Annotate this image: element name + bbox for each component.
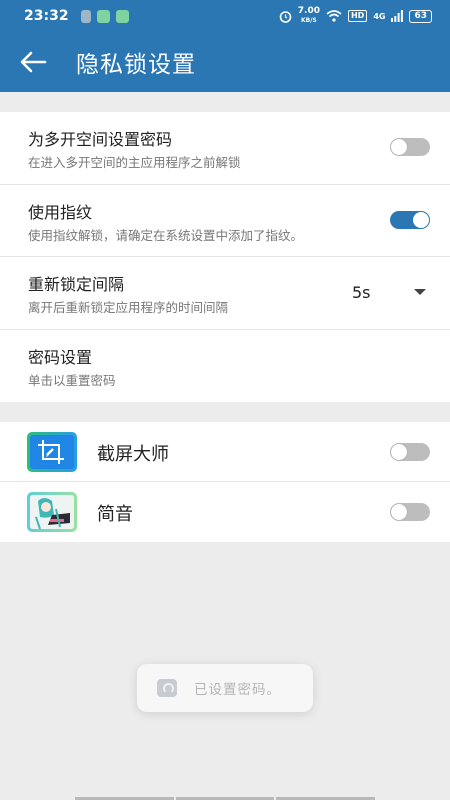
- network-speed: 7.00 KB/S: [298, 7, 320, 25]
- message-icon: [96, 9, 110, 23]
- relock-interval-value[interactable]: 5s: [352, 283, 371, 302]
- network-speed-unit: KB/S: [301, 17, 317, 24]
- character-avatar-icon: [30, 495, 74, 529]
- settings-list: 为多开空间设置密码 在进入多开空间的主应用程序之前解锁 使用指纹 使用指纹解锁，…: [0, 112, 450, 402]
- setting-title: 重新锁定间隔: [28, 275, 125, 294]
- alarm-icon: [279, 10, 292, 23]
- toast-text: 已设置密码。: [194, 682, 281, 698]
- setting-subtitle: 在进入多开空间的主应用程序之前解锁: [28, 155, 241, 170]
- setting-password[interactable]: 密码设置 单击以重置密码: [0, 330, 450, 403]
- app-row-screenshot[interactable]: 截屏大师: [0, 422, 450, 482]
- arrow-left-icon: [20, 51, 47, 73]
- fingerprint-toggle[interactable]: [390, 210, 430, 229]
- network-speed-value: 7.00: [297, 6, 320, 16]
- app-name: 截屏大师: [97, 444, 169, 465]
- toast-message: 已设置密码。: [137, 664, 313, 712]
- system-icons: 7.00 KB/S HD 4G 63: [279, 7, 432, 25]
- battery-icon: 63: [409, 9, 432, 23]
- setting-relock-interval[interactable]: 重新锁定间隔 离开后重新锁定应用程序的时间间隔 5s: [0, 257, 450, 330]
- setting-subtitle: 单击以重置密码: [28, 372, 116, 388]
- app-name: 简音: [97, 504, 133, 525]
- setting-multi-space-password[interactable]: 为多开空间设置密码 在进入多开空间的主应用程序之前解锁: [0, 112, 450, 185]
- setting-subtitle: 使用指纹解锁，请确定在系统设置中添加了指纹。: [28, 227, 304, 243]
- notification-icon-1: [80, 9, 91, 23]
- setting-fingerprint[interactable]: 使用指纹 使用指纹解锁，请确定在系统设置中添加了指纹。: [0, 185, 450, 257]
- music-app-lock-toggle[interactable]: [390, 503, 430, 521]
- chat-icon: [115, 9, 129, 23]
- app-row-music[interactable]: 简音: [0, 482, 450, 542]
- screenshot-app-lock-toggle[interactable]: [390, 443, 430, 461]
- back-button[interactable]: [0, 32, 66, 92]
- dropdown-caret-icon[interactable]: [414, 289, 426, 295]
- setting-subtitle: 离开后重新锁定应用程序的时间间隔: [28, 300, 229, 315]
- status-time: 23:32: [24, 8, 69, 24]
- toolbar: 隐私锁设置: [0, 32, 450, 92]
- app-header: 23:32 7.00 KB/S HD 4G 63 隐私锁设置: [0, 0, 450, 92]
- page-title: 隐私锁设置: [76, 52, 196, 78]
- crop-icon: [38, 440, 64, 464]
- setting-title: 使用指纹: [28, 202, 93, 222]
- notification-icons: [80, 9, 129, 23]
- locked-apps-list: 截屏大师 简音: [0, 422, 450, 542]
- wifi-icon: [326, 10, 342, 22]
- status-bar: 23:32 7.00 KB/S HD 4G 63: [0, 0, 450, 32]
- hd-badge: HD: [347, 10, 368, 22]
- app-logo-icon: [157, 679, 177, 697]
- screenshot-app-icon: [27, 432, 77, 472]
- setting-title: 密码设置: [28, 347, 93, 367]
- music-app-icon: [27, 492, 77, 532]
- signal-icon: [391, 10, 404, 22]
- signal-type: 4G: [373, 11, 386, 21]
- multi-space-password-toggle[interactable]: [390, 138, 430, 156]
- setting-title: 为多开空间设置密码: [28, 130, 173, 149]
